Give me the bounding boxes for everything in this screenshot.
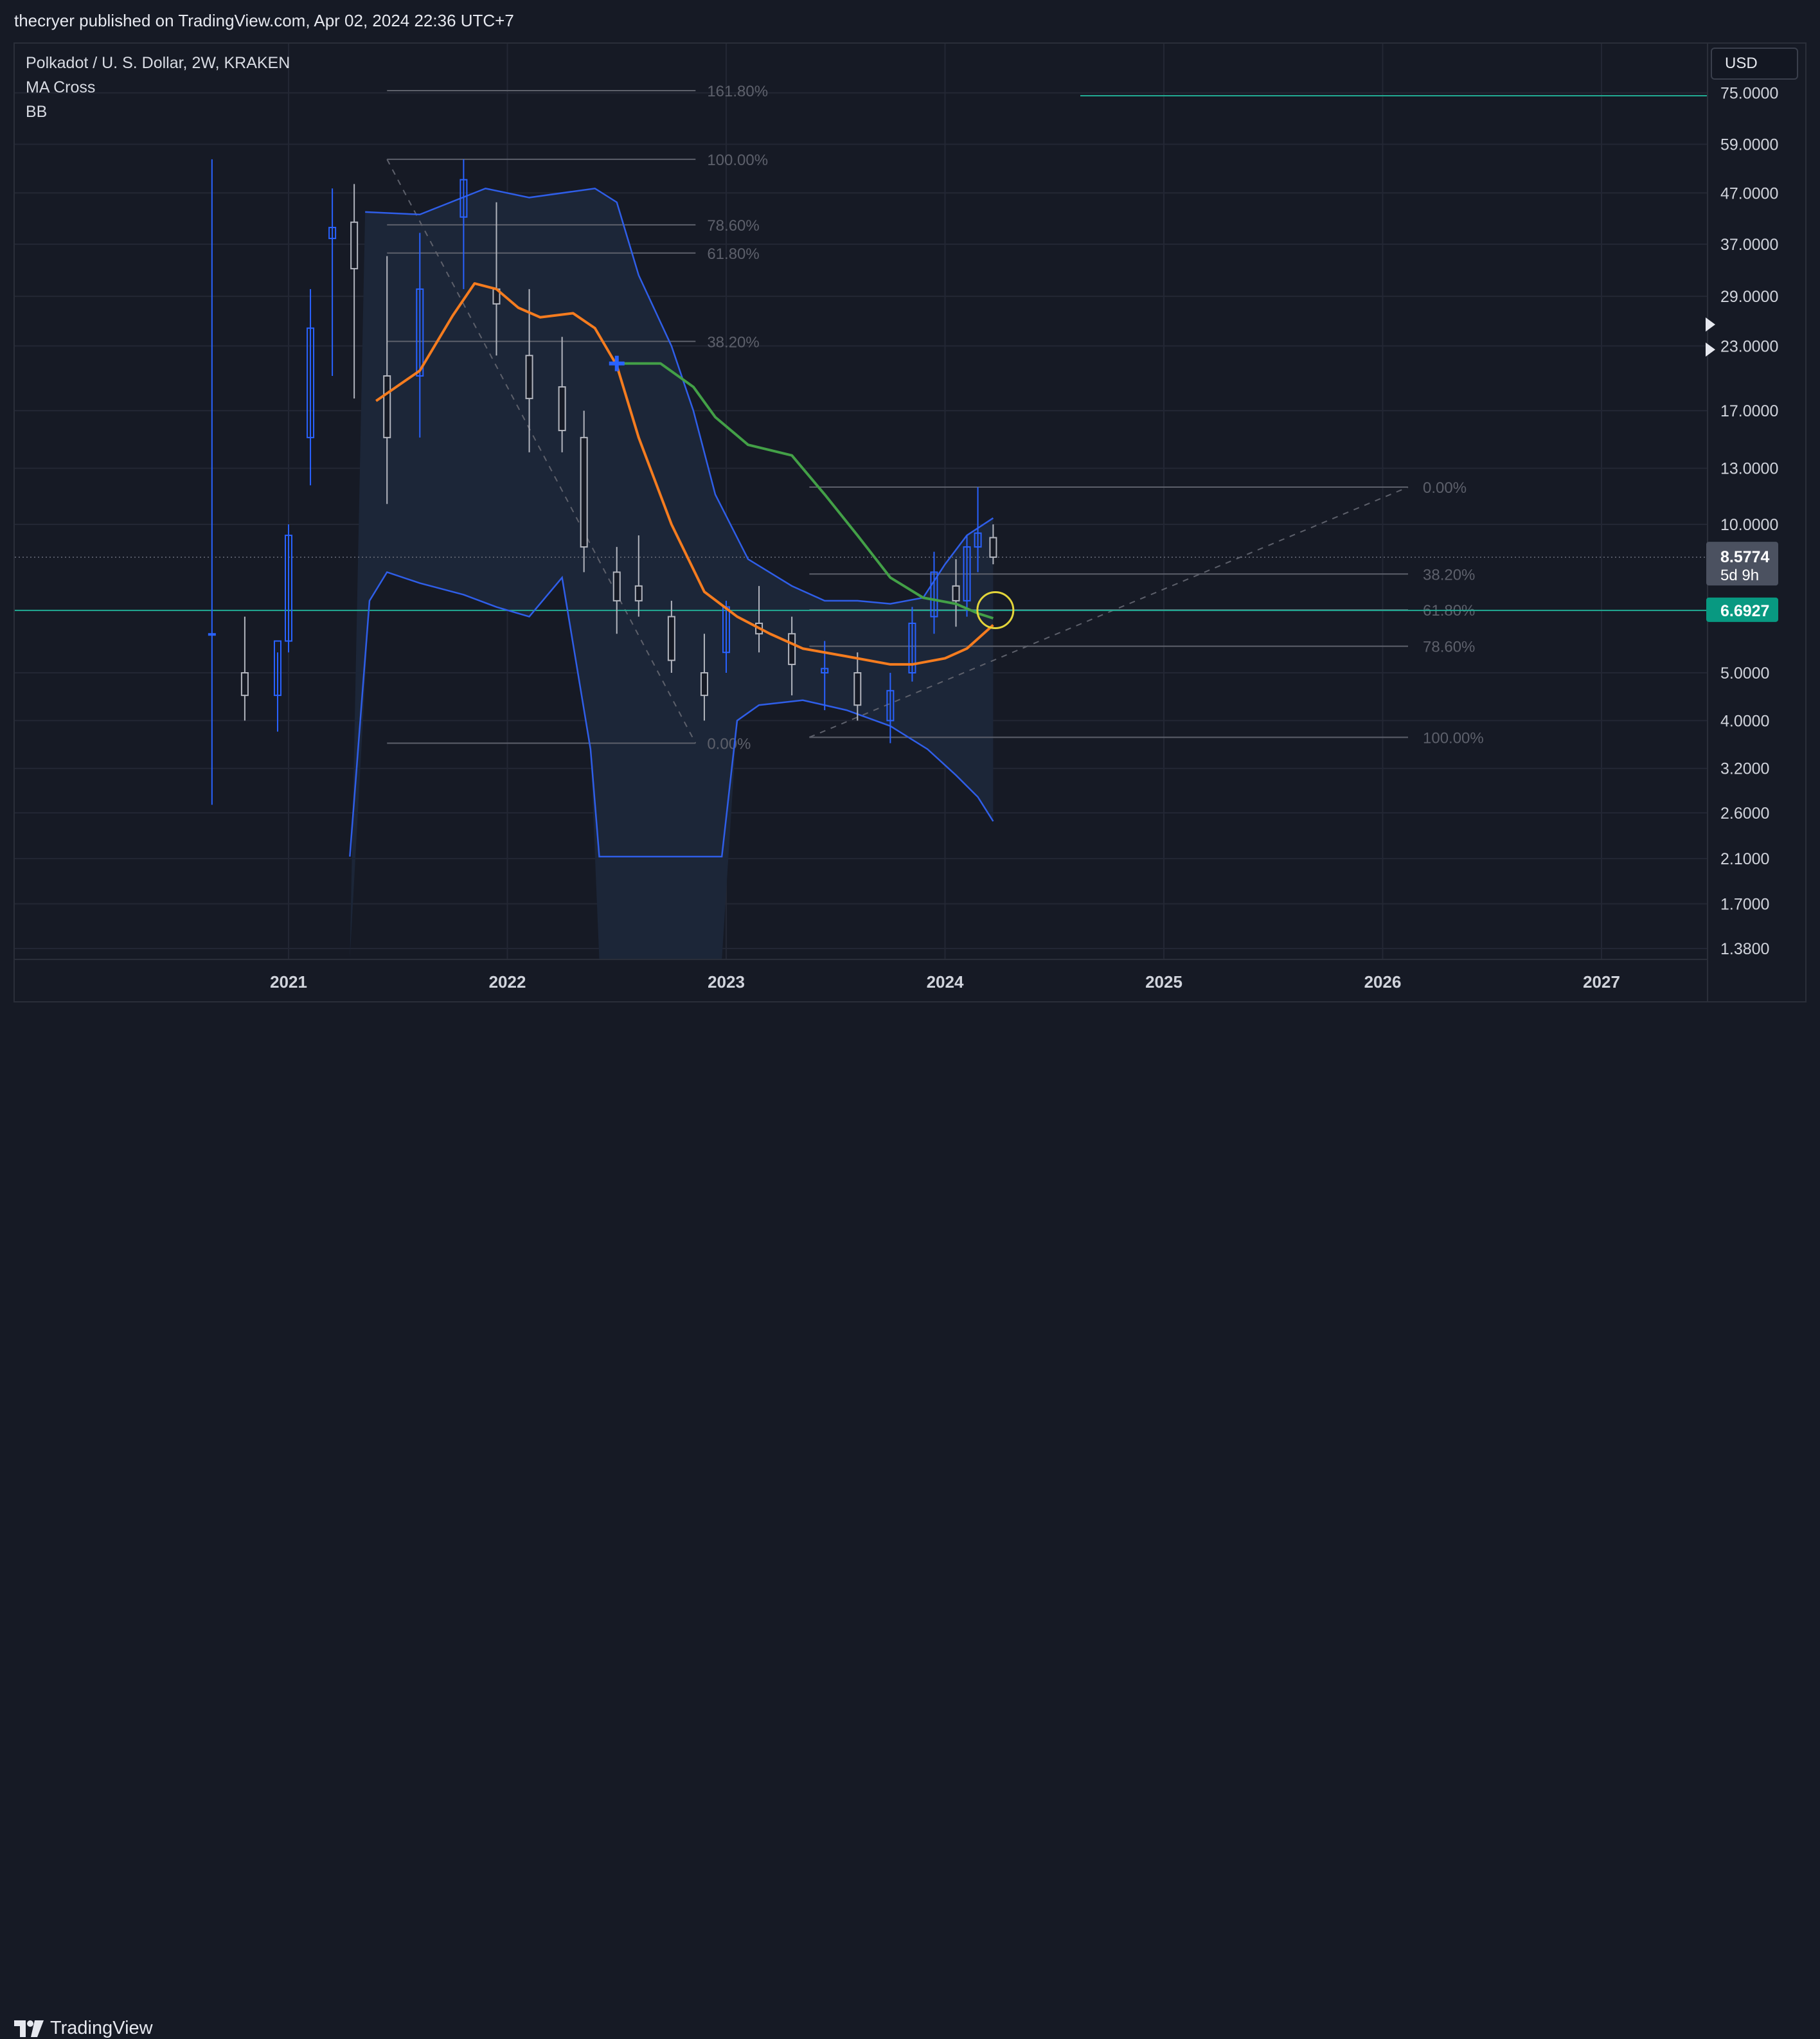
candle-body: [240, 672, 249, 697]
fib1-level-label: 100.00%: [707, 152, 768, 169]
candle-body: [634, 585, 643, 601]
chart-legend: Polkadot / U. S. Dollar, 2W, KRAKEN MA C…: [26, 51, 290, 124]
y-tick-label: 1.3800: [1720, 940, 1769, 958]
brand-label: TradingView: [50, 2018, 153, 2038]
y-tick-label: 2.6000: [1720, 805, 1769, 823]
candle-body: [853, 672, 862, 706]
candle-body: [612, 571, 621, 601]
tradingview-logo-icon: [14, 2020, 44, 2037]
candle-body: [558, 386, 566, 431]
indicator-bb[interactable]: BB: [26, 100, 290, 124]
fib2-level-label: 0.00%: [1423, 479, 1467, 497]
candle-body: [700, 672, 708, 697]
y-tick-label: 59.0000: [1720, 136, 1778, 154]
last-price-value: 8.5774: [1720, 548, 1770, 566]
y-tick-label: 5.0000: [1720, 664, 1769, 682]
y-tick-label: 75.0000: [1720, 85, 1778, 103]
candle-body: [525, 355, 533, 400]
plot-area-bg: [15, 44, 1708, 959]
tradingview-brand[interactable]: TradingView: [14, 2018, 153, 2039]
fib1-level-label: 0.00%: [707, 735, 751, 752]
x-tick-label: 2027: [1583, 972, 1620, 992]
candle-body: [580, 436, 588, 548]
x-tick-label: 2026: [1364, 972, 1402, 992]
candle-body: [952, 585, 960, 601]
y-tick-label: 1.7000: [1720, 896, 1769, 914]
candle-body: [667, 616, 675, 661]
x-tick-label: 2022: [489, 972, 526, 992]
fib1-level-label: 161.80%: [707, 83, 768, 100]
fib1-level-label: 38.20%: [707, 334, 759, 351]
scroll-arrow-icon-2[interactable]: [1706, 343, 1715, 357]
price-chart[interactable]: 161.80% 100.00% 78.60% 61.80% 38.20% 0.00% 0.0…: [0, 0, 1820, 1053]
candle-body: [350, 221, 359, 270]
fib2-level-label: 38.20%: [1423, 566, 1475, 583]
y-tick-label: 47.0000: [1720, 184, 1778, 202]
y-tick-label: 10.0000: [1720, 516, 1778, 534]
y-tick-label: 29.0000: [1720, 288, 1778, 306]
footer: TradingView: [0, 1002, 1820, 2038]
x-tick-label: 2025: [1145, 972, 1182, 992]
x-tick-label: 2023: [708, 972, 745, 992]
y-tick-label: 2.1000: [1720, 850, 1769, 868]
fib2-level-label: 78.60%: [1423, 639, 1475, 656]
scroll-arrow-icon[interactable]: [1706, 317, 1715, 332]
y-tick-label: 13.0000: [1720, 460, 1778, 478]
x-tick-label: 2021: [270, 972, 307, 992]
candle-body: [989, 537, 997, 558]
candle-body: [383, 375, 391, 438]
y-tick-label: 37.0000: [1720, 236, 1778, 254]
y-tick-label: 3.2000: [1720, 760, 1769, 778]
candle-body: [208, 633, 216, 636]
candle-body: [788, 633, 796, 665]
indicator-ma-cross[interactable]: MA Cross: [26, 75, 290, 100]
symbol-title[interactable]: Polkadot / U. S. Dollar, 2W, KRAKEN: [26, 51, 290, 75]
fib2-level-label: 100.00%: [1423, 729, 1484, 747]
fib1-level-label: 61.80%: [707, 245, 759, 263]
countdown-label: 5d 9h: [1720, 567, 1759, 584]
fib1-level-label: 78.60%: [707, 217, 759, 235]
y-tick-label: 23.0000: [1720, 337, 1778, 355]
x-tick-label: 2024: [927, 972, 964, 992]
currency-button[interactable]: USD: [1711, 48, 1798, 80]
level-price-value: 6.6927: [1720, 602, 1769, 620]
y-tick-label: 17.0000: [1720, 402, 1778, 420]
y-tick-label: 4.0000: [1720, 712, 1769, 730]
